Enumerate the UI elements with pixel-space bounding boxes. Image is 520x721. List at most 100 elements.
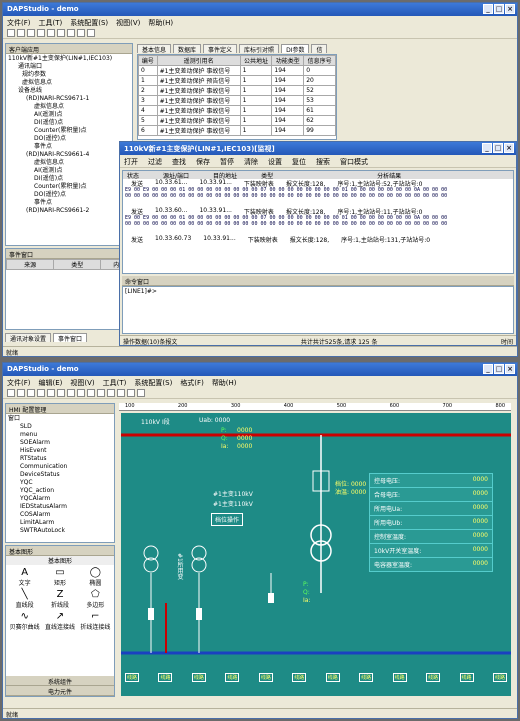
col-status[interactable]: 状态 bbox=[127, 171, 139, 180]
menu-help[interactable]: 帮助(H) bbox=[148, 18, 173, 27]
open-icon[interactable] bbox=[17, 29, 25, 37]
help-icon[interactable] bbox=[87, 29, 95, 37]
shape-connector[interactable]: ↗ 直线连接线 bbox=[43, 611, 76, 631]
col-type[interactable]: 类型 bbox=[53, 259, 102, 270]
bold-icon[interactable] bbox=[67, 389, 75, 397]
tree-item[interactable]: AI(遥测)点 bbox=[8, 167, 130, 175]
shape-bezier[interactable]: ∿ 贝赛尔曲线 bbox=[8, 611, 41, 631]
tree-item[interactable]: 事件点 bbox=[8, 199, 130, 207]
find-button[interactable]: 查找 bbox=[172, 157, 186, 166]
menu-view[interactable]: 视图(V) bbox=[116, 18, 140, 27]
save-button[interactable]: 保存 bbox=[196, 157, 210, 166]
table-row[interactable]: 5 #1主变差动保护 事故信号 1 194 62 bbox=[138, 115, 336, 126]
save-icon[interactable] bbox=[27, 29, 35, 37]
menu-tools[interactable]: 工具(T) bbox=[39, 18, 63, 27]
close-icon[interactable]: × bbox=[505, 364, 515, 374]
copy-icon[interactable] bbox=[47, 389, 55, 397]
settings-button[interactable]: 设置 bbox=[268, 157, 282, 166]
pause-button[interactable]: 暂停 bbox=[220, 157, 234, 166]
tree-item[interactable]: COSAlarm bbox=[8, 511, 112, 519]
tree-item[interactable]: menu bbox=[8, 431, 112, 439]
feeder-label[interactable]: 线路 bbox=[426, 673, 441, 682]
tree-item[interactable]: IEDStatusAlarm bbox=[8, 503, 112, 511]
power-elements[interactable]: 电力元件 bbox=[6, 686, 114, 696]
tree-root[interactable]: 110kV新#1主变保护(LIN#1,IEC103) bbox=[8, 55, 130, 63]
feeder-label[interactable]: 线路 bbox=[258, 673, 273, 682]
filter-button[interactable]: 过滤 bbox=[148, 157, 162, 166]
shape-ellipse[interactable]: ◯ 椭圆 bbox=[79, 567, 112, 587]
tree-item[interactable]: 虚拟信息点 bbox=[8, 103, 130, 111]
col-dst[interactable]: 目的地址 bbox=[213, 171, 237, 180]
tab-di-param[interactable]: DI参数 bbox=[281, 44, 310, 54]
search-button[interactable]: 搜索 bbox=[316, 157, 330, 166]
shape-rect[interactable]: ▭ 矩形 bbox=[43, 567, 76, 587]
menu-edit[interactable]: 编辑(E) bbox=[39, 378, 63, 387]
tree-item[interactable]: DI(遥信)点 bbox=[8, 175, 130, 183]
minimize-icon[interactable]: _ bbox=[483, 364, 493, 374]
tab-info[interactable]: 信 bbox=[311, 44, 328, 54]
tree-item[interactable]: DeviceStatus bbox=[8, 471, 112, 479]
window-mode-button[interactable]: 窗口模式 bbox=[340, 157, 368, 166]
feeder-label[interactable]: 线路 bbox=[325, 673, 340, 682]
paste-icon[interactable] bbox=[57, 29, 65, 37]
tab-database[interactable]: 数据库 bbox=[173, 44, 202, 54]
new-icon[interactable] bbox=[7, 389, 15, 397]
table-row[interactable]: 3 #1主变差动保护 事故信号 1 194 53 bbox=[138, 95, 336, 106]
tree-item[interactable]: SOEAlarm bbox=[8, 439, 112, 447]
shape-text[interactable]: A 文字 bbox=[8, 567, 41, 587]
zoom-out-icon[interactable] bbox=[137, 389, 145, 397]
tree-item[interactable]: 设备总线 bbox=[8, 87, 130, 95]
col-src[interactable]: 源址/端口 bbox=[163, 171, 189, 180]
col-addr[interactable]: 公共地址 bbox=[239, 55, 273, 66]
redo-icon[interactable] bbox=[77, 29, 85, 37]
menu-sysconfig[interactable]: 系统配置(S) bbox=[70, 18, 108, 27]
col-func[interactable]: 功能类型 bbox=[271, 55, 305, 66]
col-source[interactable]: 来源 bbox=[5, 259, 55, 270]
table-row[interactable]: 2 #1主变差动保护 事故信号 1 194 52 bbox=[138, 85, 336, 96]
menu-file[interactable]: 文件(F) bbox=[7, 378, 31, 387]
feeder-label[interactable]: 线路 bbox=[191, 673, 206, 682]
tree-item[interactable]: AI(遥测)点 bbox=[8, 111, 130, 119]
maximize-icon[interactable]: □ bbox=[494, 4, 504, 14]
tab-basic[interactable]: 基本信息 bbox=[137, 44, 172, 54]
close-icon[interactable]: × bbox=[505, 4, 515, 14]
feeder-label[interactable]: 线路 bbox=[158, 673, 173, 682]
menu-tools[interactable]: 工具(T) bbox=[103, 378, 127, 387]
feeder-label[interactable]: 线路 bbox=[359, 673, 374, 682]
tree-item[interactable]: DI(遥信)点 bbox=[8, 119, 130, 127]
tree-item[interactable]: (RD)NARI-RCS9661-4 bbox=[8, 151, 130, 159]
reset-button[interactable]: 复位 bbox=[292, 157, 306, 166]
tree-item[interactable]: YQC_action bbox=[8, 487, 112, 495]
table-row[interactable]: 4 #1主变差动保护 事故信号 1 194 61 bbox=[138, 105, 336, 116]
open-button[interactable]: 打开 bbox=[124, 157, 138, 166]
minimize-icon[interactable]: _ bbox=[482, 143, 492, 153]
tree-item[interactable]: YQCAlarm bbox=[8, 495, 112, 503]
new-icon[interactable] bbox=[7, 29, 15, 37]
tree-item[interactable]: LimitALarm bbox=[8, 519, 112, 527]
log-entry[interactable]: 发送 10.33.60.73 10.33.91... 下装映射表 报文长度:128, 序号… bbox=[123, 235, 513, 244]
save-icon[interactable] bbox=[27, 389, 35, 397]
col-seq[interactable]: 信息序号 bbox=[303, 55, 336, 66]
table-row[interactable]: 0 #1主变差动保护 事故信号 1 194 0 bbox=[138, 65, 336, 76]
zoom-in-icon[interactable] bbox=[127, 389, 135, 397]
tree-root[interactable]: 窗口 bbox=[8, 415, 112, 423]
maximize-icon[interactable]: □ bbox=[494, 364, 504, 374]
tree-item[interactable]: Counter(累积量)点 bbox=[8, 183, 130, 191]
underline-icon[interactable] bbox=[87, 389, 95, 397]
feeder-label[interactable]: 线路 bbox=[125, 673, 140, 682]
col-no[interactable]: 编号 bbox=[138, 55, 158, 66]
tree-item[interactable]: 虚拟信息点 bbox=[8, 159, 130, 167]
tree-item[interactable]: DO(遥控)点 bbox=[8, 191, 130, 199]
tree-item[interactable]: YQC bbox=[8, 479, 112, 487]
feeder-label[interactable]: 线路 bbox=[225, 673, 240, 682]
align-center-icon[interactable] bbox=[107, 389, 115, 397]
font-color-icon[interactable] bbox=[117, 389, 125, 397]
tree-item[interactable]: Counter(累积量)点 bbox=[8, 127, 130, 135]
tree-item[interactable]: (RD)NARI-RCS9671-1 bbox=[8, 95, 130, 103]
col-result[interactable]: 分析结果 bbox=[377, 171, 401, 180]
col-type[interactable]: 类型 bbox=[261, 171, 273, 180]
undo-icon[interactable] bbox=[67, 29, 75, 37]
align-left-icon[interactable] bbox=[97, 389, 105, 397]
tree-item[interactable]: SLD bbox=[8, 423, 112, 431]
shape-line[interactable]: ╲ 直线段 bbox=[8, 589, 41, 609]
